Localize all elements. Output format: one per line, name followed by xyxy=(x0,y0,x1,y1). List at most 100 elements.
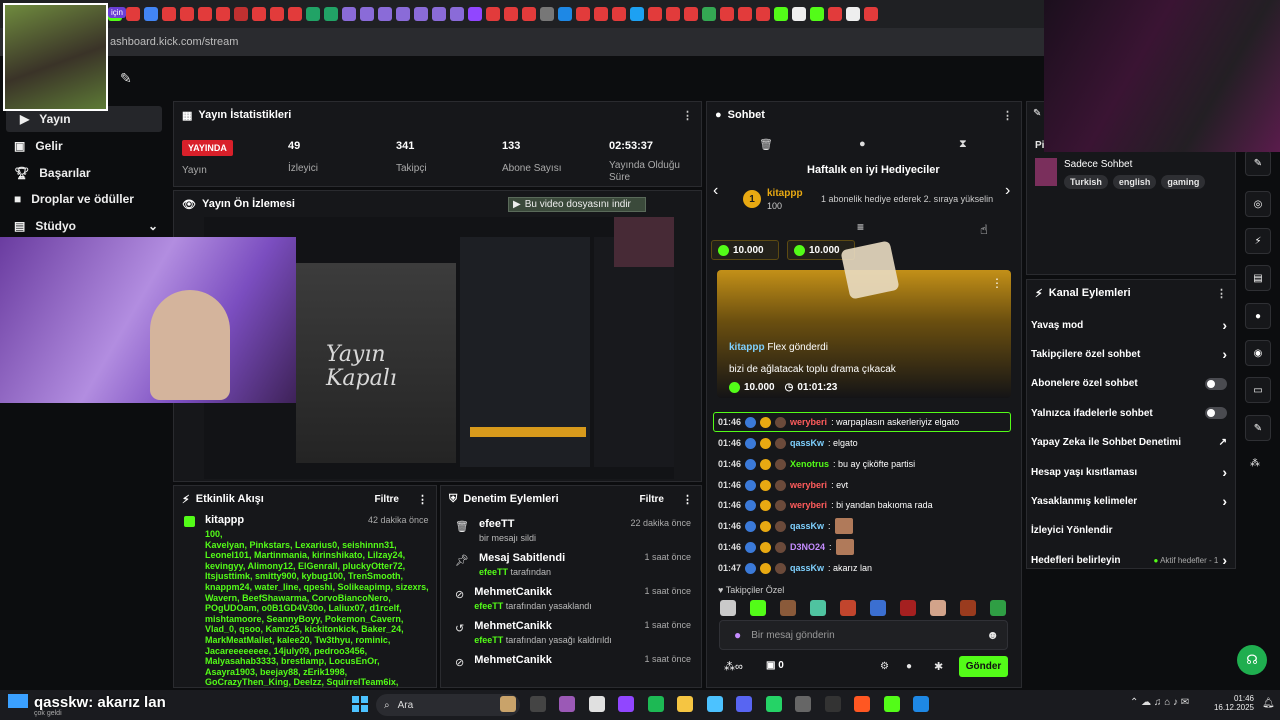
browser-tab[interactable] xyxy=(360,7,374,21)
browser-tab[interactable] xyxy=(342,7,356,21)
browser-tab[interactable] xyxy=(504,7,518,21)
more-icon[interactable]: ⋮ xyxy=(682,109,693,122)
nav-item-gelir[interactable]: ▣ Gelir xyxy=(0,133,168,159)
taskbar-app-icon[interactable] xyxy=(529,696,546,712)
collapse-icon[interactable]: ≡ xyxy=(857,220,864,234)
support-button[interactable]: ☊ xyxy=(1237,645,1267,675)
taskbar-app-icon[interactable] xyxy=(647,696,664,712)
browser-tab[interactable] xyxy=(594,7,608,21)
browser-tab[interactable] xyxy=(378,7,392,21)
browser-tab[interactable] xyxy=(450,7,464,21)
channel-action-item[interactable]: Hesap yaşı kısıtlaması › xyxy=(1031,461,1227,483)
taskbar-app-icon[interactable] xyxy=(706,696,723,712)
taskbar-app-icon[interactable] xyxy=(824,696,841,712)
emote[interactable] xyxy=(990,600,1006,616)
filter-button[interactable]: Filtre xyxy=(375,494,399,505)
emote[interactable] xyxy=(840,600,856,616)
channel-action-item[interactable]: İzleyici Yönlendir xyxy=(1031,520,1227,542)
browser-tab[interactable] xyxy=(540,7,554,21)
browser-tab[interactable] xyxy=(144,7,158,21)
taskbar-app-icon[interactable] xyxy=(883,696,900,712)
taskbar-app-icon[interactable] xyxy=(913,696,929,712)
taskbar-app-icon[interactable] xyxy=(854,696,870,712)
tray-icons[interactable]: ⌃ ☁ ♫ ⌂ ♪ ✉ xyxy=(1130,697,1189,708)
url-text[interactable]: ashboard.kick.com/stream xyxy=(110,36,238,48)
send-button[interactable]: Gönder xyxy=(959,656,1008,677)
emote[interactable] xyxy=(750,600,766,616)
weather-icon[interactable] xyxy=(8,694,28,708)
taskbar-app-icon[interactable] xyxy=(588,696,605,712)
focus-icon[interactable]: ◎ xyxy=(1245,191,1271,217)
channel-action-item[interactable]: Abonelere özel sohbet xyxy=(1031,373,1227,395)
browser-tab[interactable] xyxy=(414,7,428,21)
channel-action-item[interactable]: Yapay Zeka ile Sohbet Denetimi ↗ xyxy=(1031,432,1227,454)
tab-label[interactable]: için xyxy=(108,7,127,18)
moderation-item[interactable]: ⊘ MehmetCanikk efeeTT tarafından yasakland… xyxy=(441,580,701,614)
chat-message[interactable]: 01:46 qassKw: elgato xyxy=(718,434,858,452)
channel-action-item[interactable]: Yavaş mod › xyxy=(1031,314,1227,336)
chevron-left-icon[interactable]: ‹ xyxy=(713,182,718,200)
browser-tab[interactable] xyxy=(234,7,248,21)
tag-chip[interactable]: english xyxy=(1112,175,1157,189)
chevron-right-icon[interactable]: › xyxy=(1005,182,1010,200)
file-icon[interactable]: ▤ xyxy=(1245,265,1271,291)
browser-tab[interactable] xyxy=(396,7,410,21)
taskbar-app-icon[interactable] xyxy=(765,696,782,712)
browser-tab[interactable] xyxy=(684,7,698,21)
bolt-icon[interactable]: ⚡︎ xyxy=(1245,228,1271,254)
browser-tab[interactable] xyxy=(612,7,626,21)
tag-chip[interactable]: gaming xyxy=(1161,175,1206,189)
browser-tab[interactable] xyxy=(216,7,230,21)
chat-icon[interactable]: ● xyxy=(1245,303,1271,329)
browser-tab[interactable] xyxy=(522,7,536,21)
browser-tab[interactable] xyxy=(306,7,320,21)
browser-tab[interactable] xyxy=(432,7,446,21)
taskbar-clock[interactable]: 01:46 16.12.2025 xyxy=(1212,694,1254,712)
more-icon[interactable]: ⋮ xyxy=(682,493,693,506)
edit-icon[interactable]: ✎ xyxy=(1245,150,1271,176)
chat-message[interactable]: 01:46 qassKw: xyxy=(718,517,853,535)
browser-tab[interactable] xyxy=(630,7,644,21)
browser-tab[interactable] xyxy=(576,7,590,21)
taskbar-app-icon[interactable] xyxy=(795,696,811,712)
taskbar-app-icon[interactable] xyxy=(500,696,516,712)
browser-tab[interactable] xyxy=(558,7,572,21)
pin-icon[interactable]: ✎ xyxy=(120,70,132,87)
emote[interactable] xyxy=(930,600,946,616)
chat-input[interactable]: ● Bir mesaj gönderin ☻ xyxy=(719,620,1008,650)
emote[interactable] xyxy=(900,600,916,616)
taskbar-app-icon[interactable] xyxy=(677,696,693,712)
toggle-switch[interactable] xyxy=(1205,407,1227,420)
more-icon[interactable]: ⋮ xyxy=(1216,287,1227,300)
browser-tab[interactable] xyxy=(252,7,266,21)
browser-tab[interactable] xyxy=(162,7,176,21)
browser-tab[interactable] xyxy=(738,7,752,21)
kick-pill[interactable]: 10.000 xyxy=(711,240,779,260)
browser-tab[interactable] xyxy=(486,7,500,21)
browser-tab[interactable] xyxy=(702,7,716,21)
download-video-button[interactable]: ▶ Bu video dosyasını indir xyxy=(508,197,646,212)
dots-icon[interactable]: ⁂ xyxy=(1250,458,1260,469)
chat-message[interactable]: 01:46 weryberi: evt xyxy=(718,476,848,494)
browser-tab[interactable] xyxy=(774,7,788,21)
browser-tab[interactable] xyxy=(288,7,302,21)
browser-tab[interactable] xyxy=(198,7,212,21)
points-icon[interactable]: ⁂∞ xyxy=(724,660,743,673)
browser-tab[interactable] xyxy=(828,7,842,21)
chat-message[interactable]: 01:46 weryberi: bi yandan bakıoma rada xyxy=(718,496,933,514)
browser-tab[interactable] xyxy=(324,7,338,21)
cards-icon[interactable]: ▭ xyxy=(1245,377,1271,403)
emote[interactable] xyxy=(720,600,736,616)
more-icon[interactable]: ⋮ xyxy=(1002,109,1013,122)
browser-tab[interactable] xyxy=(468,7,482,21)
puzzle-icon[interactable]: ✱ xyxy=(934,660,943,673)
filter-button[interactable]: Filtre xyxy=(640,494,664,505)
chat-message[interactable]: 01:46 weryberi: warpaplasın askerleriyiz … xyxy=(718,413,959,431)
channel-action-item[interactable]: Hedefleri belirleyin ● Aktif hedefler - 1… xyxy=(1031,549,1227,571)
channel-action-item[interactable]: Takipçilere özel sohbet › xyxy=(1031,343,1227,365)
browser-tab[interactable] xyxy=(666,7,680,21)
channel-action-item[interactable]: Yasaklanmış kelimeler › xyxy=(1031,490,1227,512)
moderation-item[interactable]: 🗑︎ efeeTT bir mesajı sildi 22 dakika önce xyxy=(441,512,701,546)
chat-message[interactable]: 01:46 D3NO24: xyxy=(718,538,854,556)
nav-item-studyo[interactable]: ▤ Stüdyo ⌄ xyxy=(0,213,168,239)
